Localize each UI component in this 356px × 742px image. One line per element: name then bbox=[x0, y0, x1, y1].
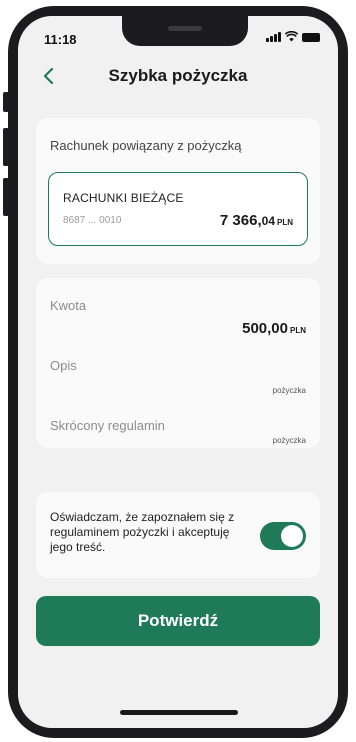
account-balance: 7 366,04 PLN bbox=[220, 212, 293, 229]
account-number: 8687 ... 0010 bbox=[63, 215, 122, 226]
page-title: Szybka pożyczka bbox=[108, 66, 248, 85]
status-time: 11:18 bbox=[44, 32, 77, 47]
balance-currency: PLN bbox=[277, 218, 293, 227]
phone-button bbox=[3, 178, 9, 216]
loan-details-card: Kwota 500,00 PLN Opis pożyczka Skrócony r… bbox=[36, 278, 320, 448]
phone-button bbox=[3, 92, 9, 112]
signal-icon bbox=[266, 31, 281, 42]
description-value: pożyczka bbox=[272, 386, 306, 395]
status-icons bbox=[266, 31, 320, 42]
notch bbox=[122, 16, 248, 46]
phone-screen: 11:18 Szybka pożyczka Rachunek powiązany… bbox=[18, 16, 338, 728]
amount-currency: PLN bbox=[290, 326, 306, 335]
balance-decimals: 04 bbox=[261, 214, 275, 228]
wifi-icon bbox=[285, 31, 298, 42]
amount-label: Kwota bbox=[50, 298, 87, 313]
phone-button bbox=[3, 128, 9, 166]
account-section-label: Rachunek powiązany z pożyczką bbox=[50, 138, 242, 153]
consent-card: Oświadczam, że zapoznałem się z regulami… bbox=[36, 492, 320, 578]
consent-toggle[interactable] bbox=[260, 522, 306, 550]
balance-main: 7 366, bbox=[219, 212, 262, 229]
confirm-button[interactable]: Potwierdź bbox=[36, 596, 320, 646]
account-name: RACHUNKI BIEŻĄCE bbox=[63, 191, 184, 205]
account-card: Rachunek powiązany z pożyczką RACHUNKI B… bbox=[36, 118, 320, 264]
battery-icon bbox=[302, 33, 320, 42]
amount-value: 500,00 PLN bbox=[242, 320, 306, 337]
speaker bbox=[168, 26, 202, 31]
header: Szybka pożyczka bbox=[18, 62, 338, 92]
home-indicator bbox=[120, 710, 238, 715]
terms-value[interactable]: pożyczka bbox=[273, 436, 306, 445]
account-selector[interactable]: RACHUNKI BIEŻĄCE 8687 ... 0010 7 366,04 P… bbox=[48, 172, 308, 246]
terms-label[interactable]: Skrócony regulamin bbox=[50, 418, 165, 433]
consent-text: Oświadczam, że zapoznałem się z regulami… bbox=[50, 510, 235, 554]
description-label: Opis bbox=[50, 358, 77, 373]
amount-number: 500,00 bbox=[242, 320, 288, 337]
toggle-knob bbox=[281, 525, 303, 547]
